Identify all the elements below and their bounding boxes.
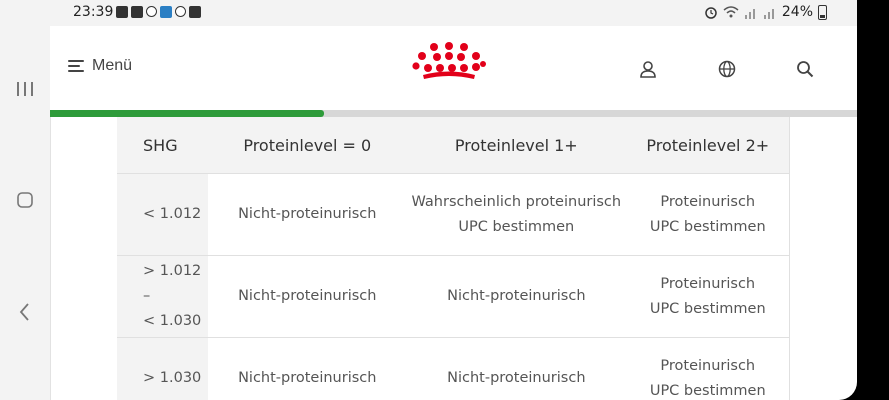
cell-shg: > 1.030: [117, 337, 209, 400]
app-tile-icon: [160, 6, 172, 18]
cell-p2: Proteinurisch UPC bestimmen: [626, 255, 790, 338]
video-icon: [116, 6, 128, 18]
target-icon: [175, 6, 186, 17]
alarm-icon: [705, 7, 717, 19]
system-nav-rail: [0, 0, 51, 400]
globe-icon: [718, 60, 736, 78]
alarm-icon: [146, 6, 157, 17]
cell-line: < 1.012: [143, 206, 202, 222]
language-button[interactable]: [716, 58, 738, 80]
progress-fill: [50, 110, 325, 117]
cell-line: UPC bestimmen: [649, 300, 766, 317]
status-time: 23:39: [73, 4, 114, 20]
cell-p2: Proteinurisch UPC bestimmen: [626, 337, 790, 400]
status-right: 24%: [704, 4, 827, 20]
cell-line: UPC bestimmen: [649, 382, 766, 399]
cell-line: Proteinurisch: [660, 275, 756, 292]
home-button[interactable]: [0, 188, 50, 212]
table-header-row: SHG Proteinlevel = 0 Proteinlevel 1+ Pro…: [117, 117, 790, 174]
menu-button[interactable]: Menü: [68, 57, 132, 75]
hamburger-icon: [68, 60, 84, 72]
crown-logo[interactable]: [412, 42, 486, 82]
cell-p1: Wahrscheinlich proteinurisch UPC bestimme…: [406, 173, 627, 256]
wifi-icon: [723, 6, 739, 18]
notification-icons: [116, 6, 201, 18]
cell-p1: Nicht-proteinurisch: [406, 255, 627, 338]
header-protein-2: Proteinlevel 2+: [626, 117, 790, 174]
battery-percent: 24%: [781, 4, 813, 20]
user-icon: [640, 61, 656, 78]
account-button[interactable]: [637, 58, 659, 80]
cell-line: > 1.012 –: [143, 263, 202, 304]
battery-icon: [818, 4, 827, 20]
status-bar: 23:39 24%: [50, 0, 857, 26]
back-button[interactable]: [0, 300, 50, 324]
home-icon: [17, 192, 33, 208]
menu-label: Menü: [92, 57, 133, 74]
site-header: Menü: [50, 26, 857, 110]
app-screen: 23:39 24% Menü SHG Proteinlevel = 0 Prot…: [0, 0, 857, 400]
cell-line: UPC bestimmen: [649, 218, 766, 235]
table-row: > 1.030 Nicht-proteinurisch Nicht-proteinu…: [117, 337, 790, 400]
header-protein-1: Proteinlevel 1+: [406, 117, 627, 174]
app-icon: [131, 6, 143, 18]
cell-p1: Nicht-proteinurisch: [406, 337, 627, 400]
cell-p0: Nicht-proteinurisch: [208, 173, 407, 256]
cell-shg: > 1.012 – < 1.030: [117, 255, 209, 338]
search-icon: [797, 61, 814, 78]
search-button[interactable]: [794, 58, 816, 80]
header-shg: SHG: [117, 117, 209, 174]
back-icon: [19, 303, 29, 321]
cell-line: > 1.030: [143, 370, 202, 386]
recents-button[interactable]: [0, 78, 50, 100]
cell-line: < 1.030: [143, 313, 202, 329]
signal-icon: [744, 8, 755, 19]
cell-line: UPC bestimmen: [458, 218, 575, 235]
image-icon: [189, 6, 201, 18]
recents-icon: [17, 82, 33, 96]
cell-line: Proteinurisch: [660, 193, 756, 210]
shg-protein-table: SHG Proteinlevel = 0 Proteinlevel 1+ Pro…: [117, 117, 790, 400]
cell-line: Nicht-proteinurisch: [238, 288, 377, 304]
cell-line: Wahrscheinlich proteinurisch: [411, 193, 622, 210]
cell-p2: Proteinurisch UPC bestimmen: [626, 173, 790, 256]
cell-p0: Nicht-proteinurisch: [208, 337, 407, 400]
header-protein-0: Proteinlevel = 0: [208, 117, 407, 174]
cell-shg: < 1.012: [117, 173, 209, 256]
reading-progress-bar: [50, 110, 857, 117]
table-row: < 1.012 Nicht-proteinurisch Wahrscheinlich…: [117, 173, 790, 256]
shg-protein-table-container: SHG Proteinlevel = 0 Proteinlevel 1+ Pro…: [117, 117, 790, 400]
cell-line: Nicht-proteinurisch: [238, 206, 377, 222]
cell-line: Nicht-proteinurisch: [238, 370, 377, 386]
table-row: > 1.012 – < 1.030 Nicht-proteinurisch Nicht…: [117, 255, 790, 338]
signal-icon: [763, 8, 774, 19]
cell-line: Proteinurisch: [660, 357, 756, 374]
cell-line: Nicht-proteinurisch: [447, 370, 586, 386]
cell-p0: Nicht-proteinurisch: [208, 255, 407, 338]
cell-line: Nicht-proteinurisch: [447, 288, 586, 304]
